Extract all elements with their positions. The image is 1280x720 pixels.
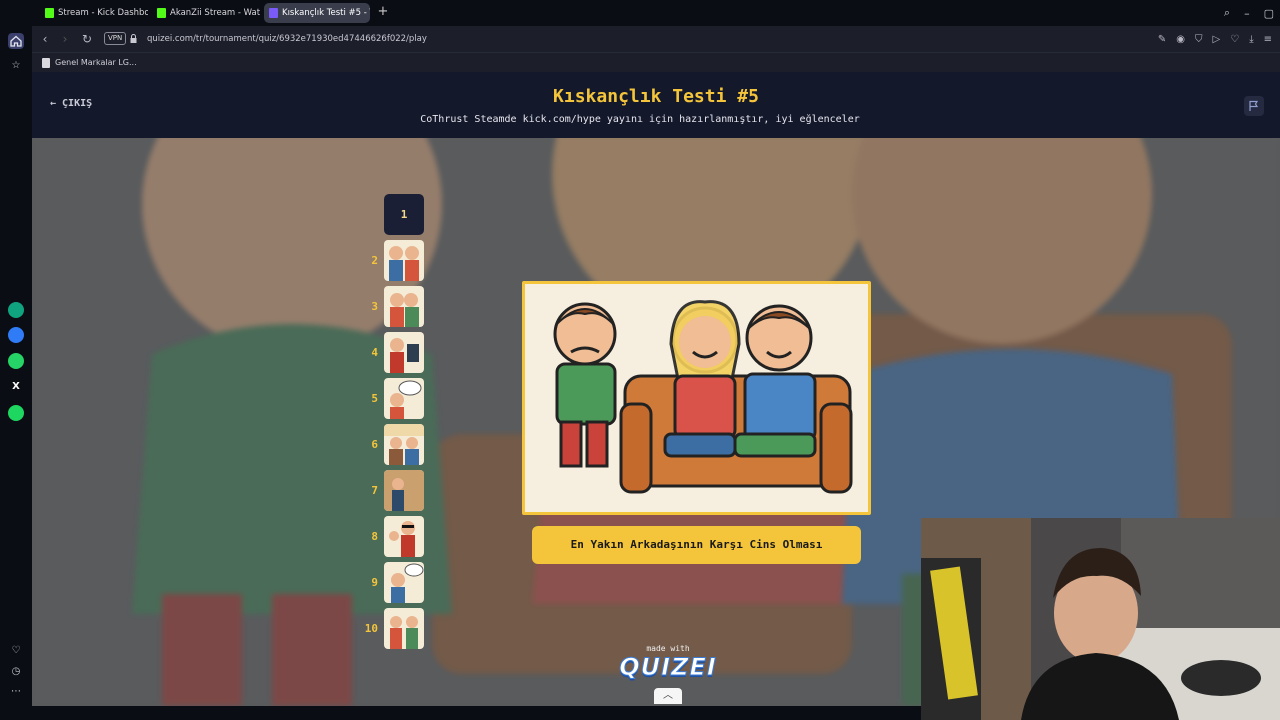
report-button[interactable] (1244, 96, 1264, 116)
tab-label: Kıskançlık Testi #5 - Tier L (282, 8, 370, 18)
rank-slot[interactable]: 8 (362, 516, 426, 558)
rank-slot[interactable]: 9 (362, 562, 426, 604)
tab-label: Stream - Kick Dashboard (58, 8, 148, 18)
webcam-overlay (921, 518, 1280, 720)
current-item-label[interactable]: En Yakın Arkadaşının Karşı Cins Olması (532, 526, 861, 564)
quizei-icon (269, 8, 278, 18)
current-item-card[interactable] (522, 281, 871, 515)
rank-thumbnail[interactable] (384, 424, 424, 465)
bookmarks-bar: Genel Markalar LG... (32, 52, 1280, 72)
rank-number: 8 (371, 530, 378, 543)
bookmark-label: Genel Markalar LG... (55, 58, 137, 67)
rank-thumbnail[interactable] (384, 332, 424, 373)
page-title: Kıskançlık Testi #5 (553, 86, 759, 107)
star-icon[interactable]: ☆ (8, 58, 24, 74)
page-subtitle: CoThrust Steamde kick.com/hype yayını iç… (420, 114, 860, 125)
vpn-badge[interactable]: VPN (104, 32, 127, 45)
document-icon (42, 58, 50, 68)
home-icon[interactable] (8, 33, 24, 49)
streamer-webcam-image (921, 518, 1280, 720)
rank-number: 9 (371, 576, 378, 589)
more-icon[interactable]: ⋯ (8, 684, 24, 700)
rank-slot[interactable]: 5 (362, 378, 426, 420)
rank-thumbnail[interactable] (384, 516, 424, 557)
maximize-icon[interactable]: ▢ (1264, 7, 1274, 20)
kick-icon (157, 8, 166, 18)
kick-icon (45, 8, 54, 18)
new-tab-button[interactable]: + (376, 5, 390, 19)
rank-number: 5 (371, 392, 378, 405)
chatgpt-icon[interactable] (8, 302, 24, 318)
tab-quiz[interactable]: Kıskançlık Testi #5 - Tier L (264, 3, 370, 23)
rank-slot[interactable]: 10 (362, 608, 426, 650)
rank-number: 7 (371, 484, 378, 497)
edit-icon[interactable]: ✎ (1158, 34, 1166, 45)
rank-slot[interactable]: 2 (362, 240, 426, 282)
rank-thumbnail[interactable] (384, 470, 424, 511)
whatsapp-icon[interactable] (8, 353, 24, 369)
tab-bar: Stream - Kick Dashboard AkanZii Stream -… (0, 0, 1280, 26)
shield-icon[interactable]: ⛉ (1195, 34, 1203, 45)
rank-number: 4 (371, 346, 378, 359)
rank-thumbnail[interactable] (384, 240, 424, 281)
scroll-up-button[interactable]: ︿ (654, 688, 682, 704)
rank-thumbnail[interactable] (384, 562, 424, 603)
rank-slot[interactable]: 4 (362, 332, 426, 374)
spotify-icon[interactable] (8, 405, 24, 421)
made-with-text: made with (646, 644, 690, 653)
made-with-quizei[interactable]: made with QUIZEI (618, 644, 718, 682)
rank-slot[interactable]: 6 (362, 424, 426, 466)
rank-number: 2 (371, 254, 378, 267)
address-tools: ✎ ◉ ⛉ ▷ ♡ ⤓ ≡ (1158, 26, 1272, 52)
messenger-icon[interactable] (8, 327, 24, 343)
rank-number: 3 (371, 300, 378, 313)
empty-rank-slot[interactable]: 1 (384, 194, 424, 235)
rank-number: 10 (364, 622, 378, 635)
rank-thumbnail[interactable] (384, 286, 424, 327)
heart-outline-icon[interactable]: ♡ (1230, 34, 1239, 45)
url-field[interactable]: quizei.com/tr/tournament/quiz/6932e71930… (147, 26, 427, 52)
rank-number: 6 (371, 438, 378, 451)
forward-icon[interactable]: › (58, 32, 72, 46)
back-icon[interactable]: ‹ (38, 32, 52, 46)
quizei-logo: QUIZEI (619, 653, 717, 682)
history-icon[interactable]: ◷ (8, 664, 24, 680)
rank-thumbnail[interactable] (384, 378, 424, 419)
address-bar: ‹ › ↻ VPN quizei.com/tr/tournament/quiz/… (32, 26, 1280, 52)
search-tabs-icon[interactable]: ⌕ (1224, 6, 1230, 20)
reload-icon[interactable]: ↻ (80, 32, 94, 46)
rank-slot[interactable]: 1 (362, 194, 426, 236)
minimize-icon[interactable]: – (1244, 7, 1250, 20)
quiz-header: ← ÇIKIŞ Kıskançlık Testi #5 CoThrust Ste… (32, 72, 1280, 138)
tab-akanzii-stream[interactable]: AkanZii Stream - Watch Li (152, 3, 260, 23)
x-icon[interactable]: X (8, 379, 24, 395)
lock-icon (130, 34, 137, 43)
download-icon[interactable]: ⤓ (1249, 34, 1253, 45)
menu-icon[interactable]: ≡ (1264, 34, 1272, 45)
heart-icon[interactable]: ♡ (8, 643, 24, 659)
rank-thumbnail[interactable] (384, 608, 424, 649)
camera-icon[interactable]: ◉ (1176, 34, 1185, 45)
window-bottom-edge (32, 706, 921, 720)
current-item-illustration (525, 284, 868, 512)
tab-kick-dashboard[interactable]: Stream - Kick Dashboard (40, 3, 148, 23)
bookmark-item[interactable]: Genel Markalar LG... (42, 53, 137, 73)
flag-icon (1249, 100, 1259, 111)
play-icon[interactable]: ▷ (1213, 34, 1221, 45)
rank-slot[interactable]: 7 (362, 470, 426, 512)
window-controls: ⌕ – ▢ (1224, 0, 1280, 26)
tab-label: AkanZii Stream - Watch Li (170, 8, 260, 18)
rank-slot[interactable]: 3 (362, 286, 426, 328)
browser-sidebar: O ☆ X ♡ ◷ ⋯ (0, 0, 32, 720)
